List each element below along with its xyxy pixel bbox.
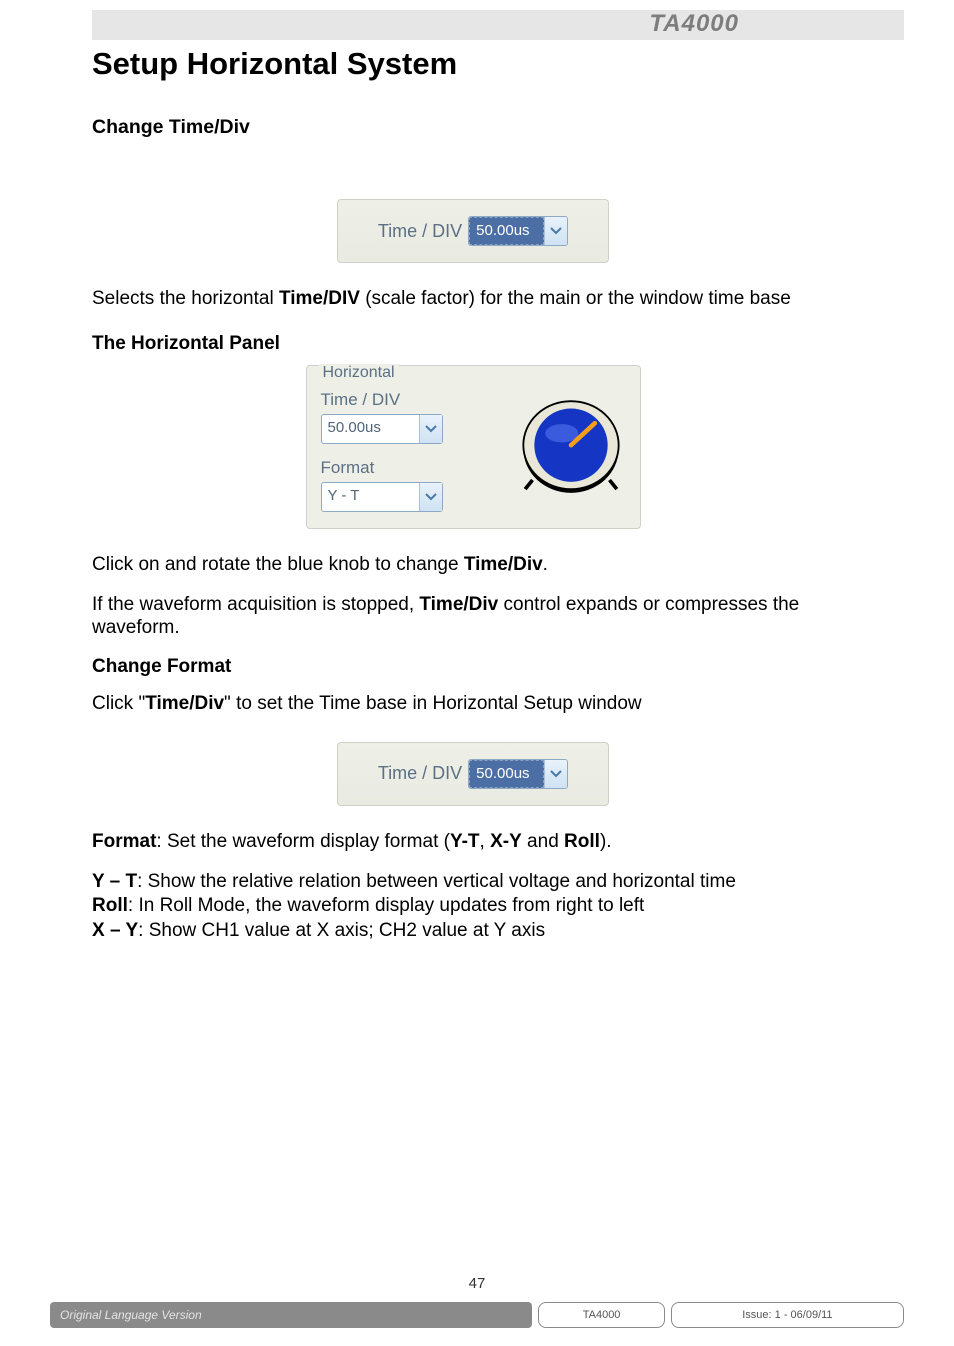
time-div-select-2[interactable]: 50.00us (468, 759, 568, 789)
chevron-down-icon[interactable] (544, 760, 567, 788)
brand-label: TA4000 (649, 10, 739, 38)
text: . (543, 554, 548, 575)
text-bold: Format (92, 831, 156, 852)
time-div-label-2: Time / DIV (378, 763, 462, 784)
text: " to set the Time base in Horizontal Set… (224, 693, 642, 714)
rotate-paragraph: Click on and rotate the blue knob to cha… (92, 553, 854, 577)
text: , (480, 831, 491, 852)
list-item-key: X – Y (92, 920, 138, 941)
list-item-key: Y – T (92, 871, 137, 892)
chevron-down-icon[interactable] (419, 483, 442, 511)
text-bold: Y-T (450, 831, 480, 852)
text: : Set the waveform display format ( (156, 831, 450, 852)
list-item: Roll: In Roll Mode, the waveform display… (92, 894, 854, 919)
selects-paragraph: Selects the horizontal Time/DIV (scale f… (92, 287, 854, 311)
text-bold: Time/Div (464, 554, 543, 575)
click-paragraph: Click "Time/Div" to set the Time base in… (92, 692, 854, 716)
text: Selects the horizontal (92, 288, 279, 309)
list-item-text: : In Roll Mode, the waveform display upd… (128, 895, 644, 916)
time-div-value-2: 50.00us (469, 760, 544, 788)
text-bold: Time/Div (419, 594, 498, 615)
footer-issue: Issue: 1 - 06/09/11 (671, 1302, 904, 1328)
change-time-div-heading: Change Time/Div (92, 116, 854, 139)
format-definitions: Y – T: Show the relative relation betwee… (92, 870, 854, 944)
time-div-value: 50.00us (469, 217, 544, 245)
hpanel-format-select[interactable]: Y - T (321, 482, 443, 512)
horizontal-panel-heading: The Horizontal Panel (92, 333, 854, 355)
chevron-down-icon[interactable] (544, 217, 567, 245)
time-div-knob[interactable] (516, 392, 626, 502)
list-item: X – Y: Show CH1 value at X axis; CH2 val… (92, 919, 854, 944)
section-title: Setup Horizontal System (92, 46, 854, 82)
list-item-key: Roll (92, 895, 128, 916)
text: ). (600, 831, 612, 852)
list-item: Y – T: Show the relative relation betwee… (92, 870, 854, 895)
text-bold: Roll (564, 831, 600, 852)
horizontal-panel-legend: Horizontal (319, 364, 399, 382)
list-item-text: : Show CH1 value at X axis; CH2 value at… (138, 920, 545, 941)
text: and (522, 831, 564, 852)
change-format-heading: Change Format (92, 656, 854, 678)
page-number: 47 (0, 1275, 954, 1292)
footer-original-language: Original Language Version (50, 1302, 532, 1328)
hpanel-format-value: Y - T (322, 483, 419, 511)
time-div-select[interactable]: 50.00us (468, 216, 568, 246)
text: Click on and rotate the blue knob to cha… (92, 554, 464, 575)
format-line: Format: Set the waveform display format … (92, 830, 854, 854)
hpanel-time-div-value: 50.00us (322, 415, 419, 443)
text: If the waveform acquisition is stopped, (92, 594, 419, 615)
chevron-down-icon[interactable] (419, 415, 442, 443)
horizontal-panel: Horizontal Time / DIV 50.00us Format Y -… (306, 365, 641, 529)
text: Click " (92, 693, 145, 714)
list-item-text: : Show the relative relation between ver… (137, 871, 736, 892)
time-div-widget-1: Time / DIV 50.00us (337, 199, 609, 263)
stopped-paragraph: If the waveform acquisition is stopped, … (92, 593, 854, 641)
text-bold: Time/Div (145, 693, 224, 714)
hpanel-time-div-select[interactable]: 50.00us (321, 414, 443, 444)
footer-model: TA4000 (538, 1302, 664, 1328)
footer: Original Language Version TA4000 Issue: … (50, 1302, 904, 1328)
text-bold: X-Y (490, 831, 522, 852)
text-bold: Time/DIV (279, 288, 360, 309)
text: (scale factor) for the main or the windo… (360, 288, 791, 309)
time-div-label: Time / DIV (378, 221, 462, 242)
header-bar: TA4000 (92, 10, 904, 40)
time-div-widget-2: Time / DIV 50.00us (337, 742, 609, 806)
